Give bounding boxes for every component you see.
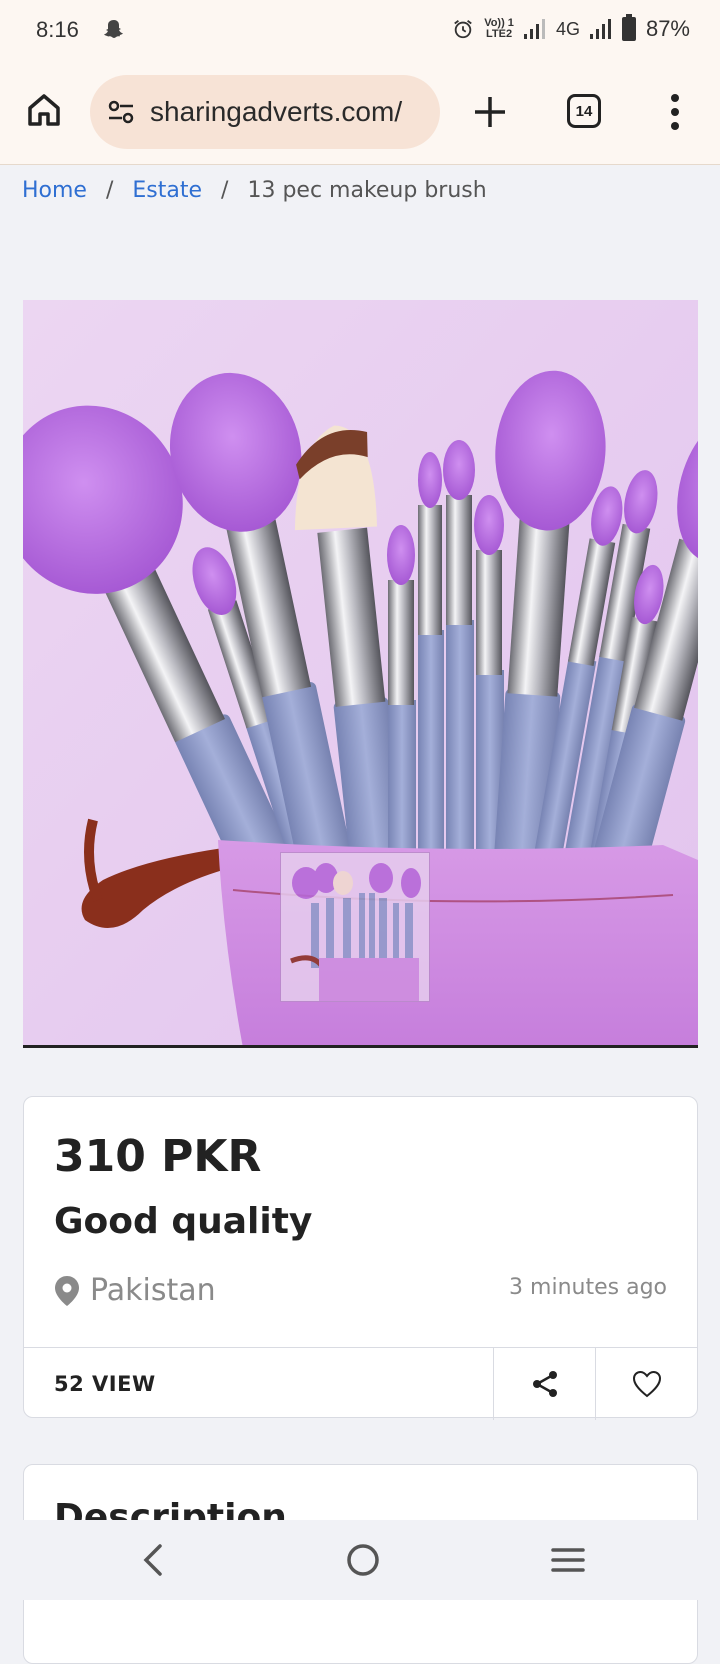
- breadcrumb-separator: /: [221, 178, 229, 203]
- site-settings-icon[interactable]: [106, 97, 136, 127]
- recents-icon[interactable]: [550, 1542, 586, 1578]
- share-icon: [532, 1371, 557, 1397]
- product-thumbnail[interactable]: [280, 852, 430, 1002]
- signal-icon-1: [523, 19, 545, 39]
- breadcrumb-home[interactable]: Home: [22, 178, 87, 203]
- system-nav-bar: [0, 1520, 720, 1600]
- listing-actions: 52 VIEW: [24, 1347, 697, 1420]
- view-count: 52 VIEW: [54, 1372, 156, 1396]
- status-bar: 8:16 Vo)) 1 LTE2 4G 87%: [0, 0, 720, 62]
- url-text[interactable]: sharingadverts.com/: [150, 96, 402, 128]
- signal-icon-2: [589, 19, 611, 39]
- browser-toolbar: sharingadverts.com/ 14: [0, 62, 720, 165]
- tabs-button[interactable]: 14: [567, 94, 601, 128]
- thumbnail-image: [281, 853, 429, 1001]
- listing-price: 310 PKR: [54, 1131, 262, 1182]
- location-pin-icon: [55, 1275, 79, 1306]
- address-bar[interactable]: sharingadverts.com/: [90, 75, 440, 149]
- home-icon[interactable]: [24, 90, 64, 130]
- volte-label: Vo)) 1 LTE2: [484, 18, 514, 40]
- battery-level: 87%: [645, 16, 690, 41]
- alarm-icon: [454, 20, 472, 39]
- listing-info-card: 310 PKR Good quality Pakistan 3 minutes …: [23, 1096, 698, 1420]
- back-icon[interactable]: [138, 1540, 168, 1580]
- heart-icon: [632, 1370, 661, 1398]
- plus-icon[interactable]: [470, 92, 510, 132]
- posted-time: 3 minutes ago: [509, 1275, 667, 1300]
- breadcrumb: Home / Estate / 13 pec makeup brush: [22, 178, 487, 203]
- status-icons: Vo)) 1 LTE2 4G 87%: [452, 14, 690, 42]
- network-type: 4G: [555, 18, 580, 39]
- share-button[interactable]: [493, 1348, 595, 1420]
- breadcrumb-current: 13 pec makeup brush: [247, 178, 487, 203]
- breadcrumb-category[interactable]: Estate: [132, 178, 202, 203]
- breadcrumb-separator: /: [105, 178, 114, 203]
- favorite-button[interactable]: [595, 1348, 697, 1420]
- more-vert-icon[interactable]: [660, 90, 690, 134]
- location-text: Pakistan: [90, 1273, 216, 1308]
- tab-count: 14: [575, 102, 593, 120]
- status-time: 8:16: [36, 17, 79, 42]
- volte-bottom: LTE2: [486, 28, 513, 40]
- listing-location: Pakistan: [54, 1273, 216, 1308]
- listing-title: Good quality: [54, 1201, 313, 1242]
- snapchat-icon: [104, 20, 123, 38]
- home-circle-icon[interactable]: [343, 1540, 383, 1580]
- battery-icon: [621, 14, 636, 41]
